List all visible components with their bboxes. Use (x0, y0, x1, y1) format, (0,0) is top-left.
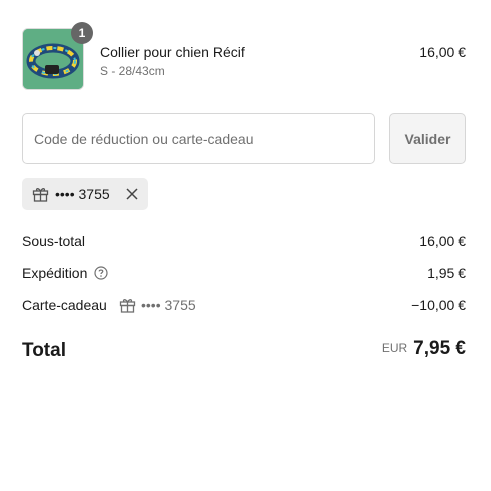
apply-discount-button[interactable]: Valider (389, 113, 466, 164)
shipping-row: Expédition 1,95 € (22, 265, 466, 283)
total-amount-group: EUR 7,95 € (382, 338, 466, 360)
gift-card-summary-text: •••• 3755 (141, 297, 196, 313)
total-row: Total EUR 7,95 € (22, 338, 466, 364)
gift-icon (32, 186, 49, 207)
discount-code-input[interactable] (22, 113, 375, 164)
total-value: 7,95 € (413, 338, 466, 359)
product-price: 16,00 € (419, 44, 466, 60)
subtotal-value: 16,00 € (419, 233, 466, 249)
gift-card-code: •••• 3755 (55, 186, 110, 202)
total-label: Total (22, 340, 66, 361)
gift-card-row: Carte-cadeau •••• 3755 −10,00 € (22, 297, 466, 315)
shipping-label: Expédition (22, 265, 88, 281)
shipping-value: 1,95 € (427, 265, 466, 281)
quantity-badge: 1 (71, 22, 93, 44)
close-icon[interactable] (125, 187, 139, 201)
subtotal-label: Sous-total (22, 233, 86, 249)
applied-gift-card-chip: •••• 3755 (22, 178, 148, 210)
product-variant: S - 28/43cm (100, 64, 165, 78)
gift-icon (119, 297, 136, 318)
question-circle-icon[interactable] (94, 266, 108, 285)
line-item: 1 Collier pour chien Récif S - 28/43cm 1… (22, 22, 466, 92)
gift-card-value: −10,00 € (411, 297, 466, 313)
subtotal-row: Sous-total 16,00 € (22, 233, 466, 251)
currency-code: EUR (381, 341, 408, 355)
product-title: Collier pour chien Récif (100, 44, 245, 60)
gift-card-label: Carte-cadeau (22, 297, 107, 313)
